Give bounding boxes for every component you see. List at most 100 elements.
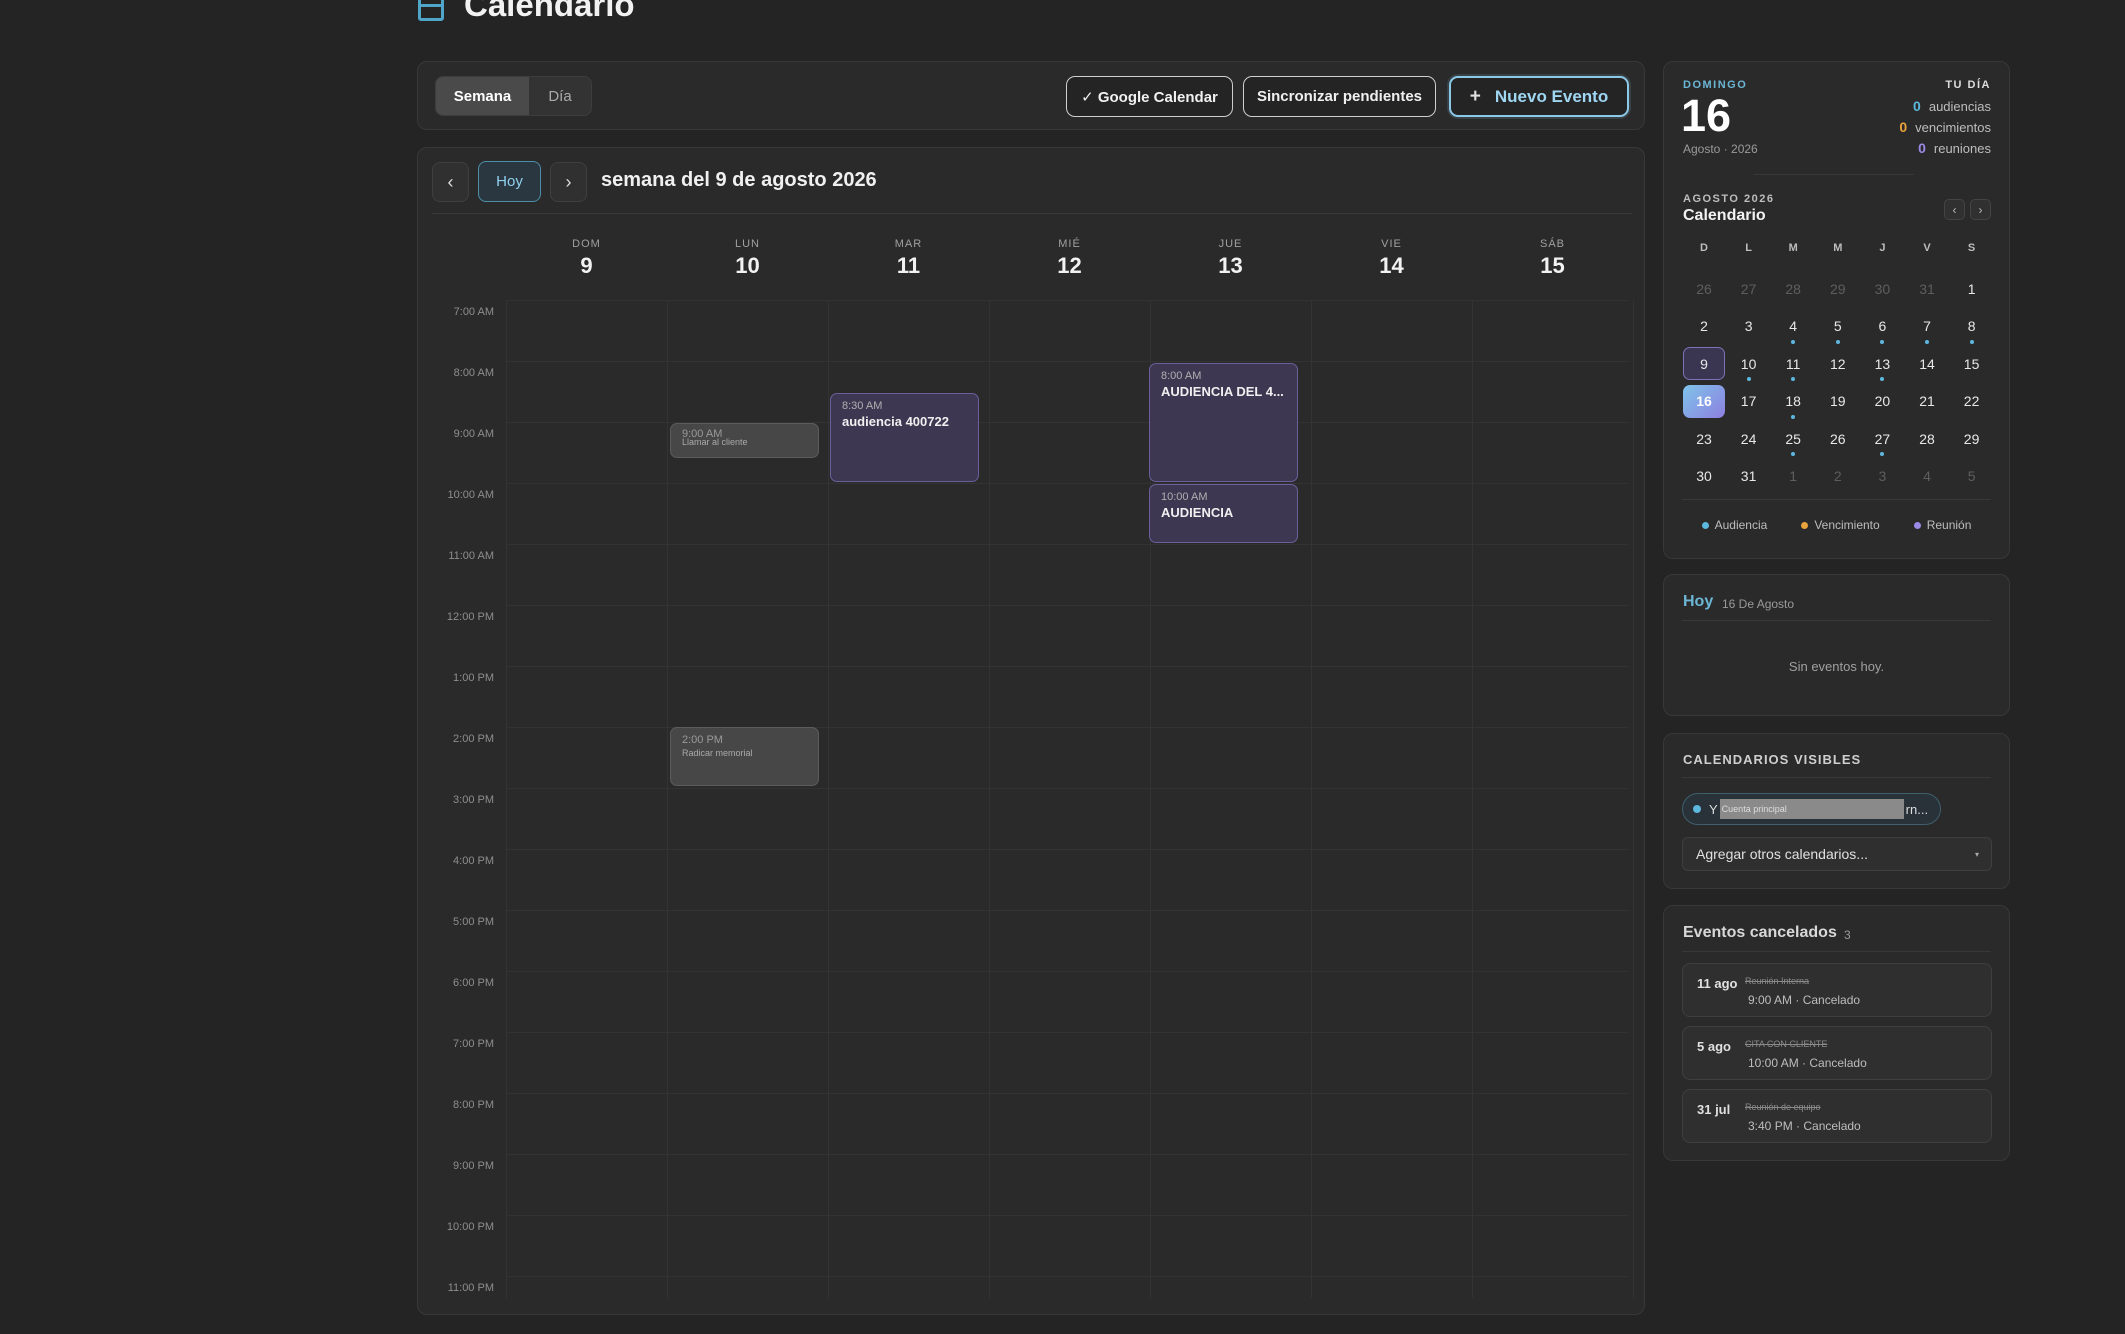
mini-day-cell[interactable]: 31: [1906, 272, 1948, 305]
day-header[interactable]: VIE 14: [1311, 238, 1472, 279]
mini-day-cell[interactable]: 20: [1861, 385, 1903, 418]
add-calendars-select[interactable]: Agregar otros calendarios... ▾: [1682, 837, 1992, 871]
day-header[interactable]: LUN 10: [667, 238, 828, 279]
legend-label: Audiencia: [1714, 518, 1768, 532]
cancelled-event-row[interactable]: 5 ago CITA CON CLIENTE 10:00 AM · Cancelad…: [1682, 1026, 1992, 1080]
google-calendar-button[interactable]: ✓ Google Calendar: [1066, 76, 1233, 117]
weekday-label: S: [1967, 242, 1976, 254]
mini-day-cell[interactable]: 3: [1728, 310, 1770, 343]
mini-day-cell[interactable]: 4: [1906, 460, 1948, 493]
mini-day-cell[interactable]: 27: [1861, 422, 1903, 455]
hour-label: 5:00 PM: [453, 916, 494, 928]
mini-day-cell[interactable]: 24: [1728, 422, 1770, 455]
sync-pending-button[interactable]: Sincronizar pendientes: [1243, 76, 1436, 117]
hour-label: 11:00 AM: [448, 550, 494, 562]
day-header[interactable]: DOM 9: [506, 238, 667, 279]
day-header[interactable]: SÁB 15: [1472, 238, 1633, 279]
mini-day-cell[interactable]: 9: [1683, 347, 1725, 380]
hour-line: [506, 605, 1629, 606]
hour-line: [506, 483, 1629, 484]
mini-next-month-button[interactable]: ›: [1970, 199, 1991, 220]
event-audiencia[interactable]: 10:00 AM AUDIENCIA: [1149, 484, 1298, 543]
mini-day-cell[interactable]: 15: [1951, 347, 1993, 380]
day-stat: 0 audiencias: [1913, 98, 1991, 114]
your-day-label: TU DÍA: [1945, 79, 1991, 91]
hour-label: 7:00 PM: [453, 1038, 494, 1050]
mini-day-cell[interactable]: 7: [1906, 310, 1948, 343]
cancelled-event-row[interactable]: 11 ago Reunión Interna 9:00 AM · Cancelado: [1682, 963, 1992, 1017]
view-day-button[interactable]: Día: [529, 77, 591, 115]
hour-line: [506, 544, 1629, 545]
mini-day-cell[interactable]: 27: [1728, 272, 1770, 305]
event-audiencia-400722[interactable]: 8:30 AM audiencia 400722: [830, 393, 979, 482]
mini-day-cell[interactable]: 25: [1772, 422, 1814, 455]
stat-label: vencimientos: [1915, 120, 1991, 135]
mini-day-cell[interactable]: 3: [1861, 460, 1903, 493]
prev-week-button[interactable]: ‹: [432, 162, 469, 202]
event-audiencia-del-4[interactable]: 8:00 AM AUDIENCIA DEL 4...: [1149, 363, 1298, 482]
new-event-button[interactable]: + Nuevo Evento: [1449, 76, 1629, 117]
week-title: semana del 9 de agosto 2026: [601, 169, 877, 191]
mini-day-cell[interactable]: 30: [1861, 272, 1903, 305]
mini-prev-month-button[interactable]: ‹: [1944, 199, 1965, 220]
day-header[interactable]: MIÉ 12: [989, 238, 1150, 279]
cancelled-status: 3:40 PM · Cancelado: [1748, 1119, 1861, 1133]
mini-day-cell[interactable]: 10: [1728, 347, 1770, 380]
hour-label: 2:00 PM: [453, 733, 494, 745]
calendar-chip-suffix: rn...: [1905, 801, 1929, 817]
mini-day-cell[interactable]: 2: [1817, 460, 1859, 493]
event-type-legend: Audiencia Vencimiento Reunión: [1664, 518, 2009, 532]
day-header[interactable]: MAR 11: [828, 238, 989, 279]
mini-day-cell[interactable]: 1: [1951, 272, 1993, 305]
mini-day-cell[interactable]: 18: [1772, 385, 1814, 418]
hour-label: 10:00 PM: [446, 1221, 494, 1233]
mini-day-cell[interactable]: 17: [1728, 385, 1770, 418]
mini-day-cell[interactable]: 5: [1817, 310, 1859, 343]
cancelled-event-row[interactable]: 31 jul Reunión de equipo 3:40 PM · Cancela…: [1682, 1089, 1992, 1143]
hour-label: 6:00 PM: [453, 977, 494, 989]
mini-day-cell[interactable]: 16: [1683, 384, 1725, 418]
hour-line: [506, 1093, 1629, 1094]
event-dot: [1791, 452, 1796, 456]
mini-day-cell[interactable]: 29: [1951, 422, 1993, 455]
mini-day-cell[interactable]: 13: [1861, 347, 1903, 380]
hour-line: [506, 1276, 1629, 1277]
day-number: 13: [1218, 253, 1243, 278]
mini-day-cell[interactable]: 12: [1817, 347, 1859, 380]
mini-day-cell[interactable]: 19: [1817, 385, 1859, 418]
event-llamar-cliente[interactable]: 9:00 AM Llamar al cliente: [670, 423, 819, 458]
next-week-button[interactable]: ›: [550, 162, 587, 202]
mini-day-cell[interactable]: 22: [1951, 385, 1993, 418]
mini-day-cell[interactable]: 5: [1951, 460, 1993, 493]
stat-label: reuniones: [1933, 141, 1991, 156]
mini-day-cell[interactable]: 26: [1817, 422, 1859, 455]
mini-day-cell[interactable]: 14: [1906, 347, 1948, 380]
mini-day-cell[interactable]: 21: [1906, 385, 1948, 418]
mini-day-cell[interactable]: 8: [1951, 310, 1993, 343]
today-button[interactable]: Hoy: [478, 161, 541, 202]
mini-day-cell[interactable]: 23: [1683, 422, 1725, 455]
mini-day-cell[interactable]: 31: [1728, 460, 1770, 493]
calendar-chip[interactable]: Y Cuenta principal rn...: [1682, 793, 1941, 825]
mini-day-cell[interactable]: 30: [1683, 460, 1725, 493]
cancelled-date: 5 ago: [1697, 1039, 1731, 1054]
mini-day-cell[interactable]: 2: [1683, 310, 1725, 343]
event-radicar-memorial[interactable]: 2:00 PM Radicar memorial: [670, 727, 819, 786]
toolbar: Semana Día ✓ Google Calendar Sincronizar…: [417, 61, 1645, 130]
mini-day-cell[interactable]: 4: [1772, 310, 1814, 343]
mini-day-cell[interactable]: 29: [1817, 272, 1859, 305]
day-header[interactable]: JUE 13: [1150, 238, 1311, 279]
mini-day-cell[interactable]: 1: [1772, 460, 1814, 493]
weekday-label: J: [1879, 242, 1886, 254]
mini-day-cell[interactable]: 11: [1772, 347, 1814, 380]
mini-day-cell[interactable]: 28: [1772, 272, 1814, 305]
legend-dot: [1701, 521, 1709, 529]
calendar-icon: [418, 0, 444, 21]
view-week-button[interactable]: Semana: [436, 77, 529, 115]
mini-day-cell[interactable]: 6: [1861, 310, 1903, 343]
mini-day-cell[interactable]: 28: [1906, 422, 1948, 455]
hour-label: 11:00 PM: [447, 1282, 494, 1294]
mini-day-cell[interactable]: 26: [1683, 272, 1725, 305]
day-number: 12: [1057, 253, 1082, 278]
today-date: 16 De Agosto: [1722, 597, 1795, 611]
